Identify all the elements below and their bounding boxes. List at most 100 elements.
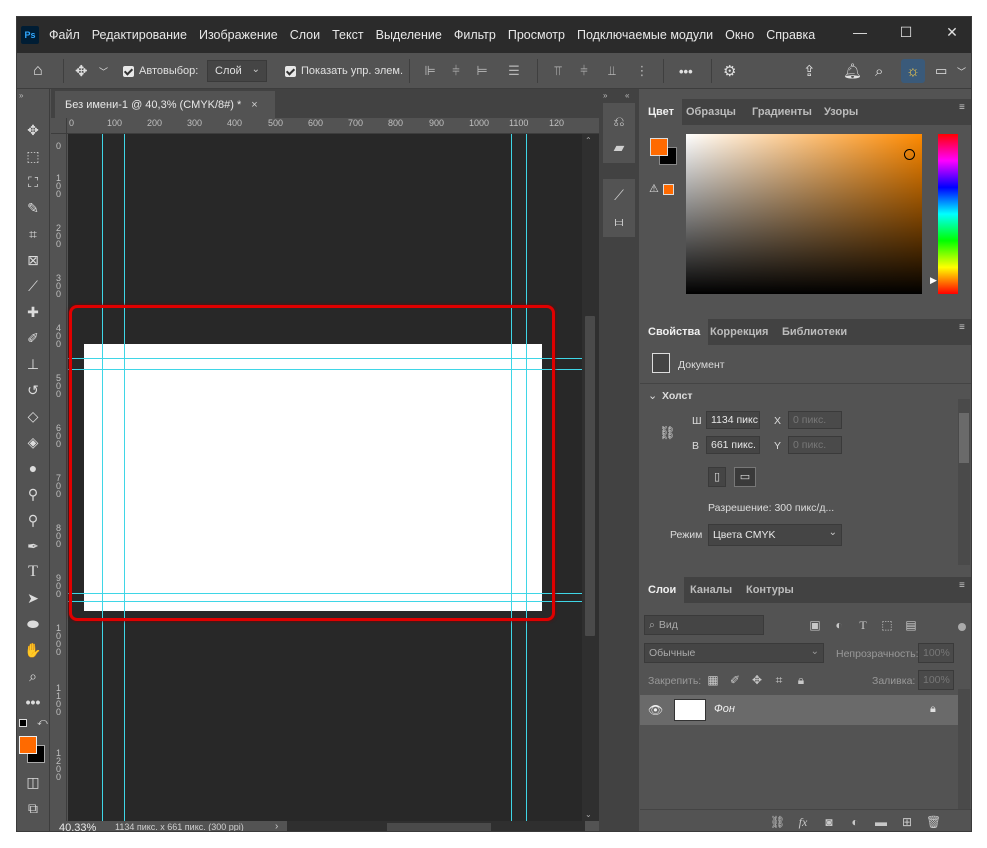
- hand-tool-icon[interactable]: ✋: [21, 639, 45, 661]
- x-input[interactable]: 0 пикс.: [788, 411, 842, 429]
- app-logo-icon[interactable]: Ps: [21, 26, 39, 44]
- maximize-button[interactable]: ☐: [883, 17, 929, 47]
- more-tools-icon[interactable]: •••: [21, 691, 45, 713]
- align-middle-v-icon[interactable]: ⫩: [577, 64, 591, 78]
- color-picker-field[interactable]: [686, 134, 922, 294]
- marquee-tool-icon[interactable]: ⬚: [21, 145, 45, 167]
- history-panel-icon[interactable]: ⎌: [609, 113, 629, 131]
- default-colors-icon[interactable]: [19, 719, 27, 727]
- tab-color[interactable]: Цвет: [640, 99, 683, 125]
- scroll-up-icon[interactable]: ⌃: [585, 136, 592, 145]
- scrollbar-thumb[interactable]: [387, 823, 491, 831]
- scrollbar-thumb[interactable]: [585, 316, 595, 636]
- color-mode-dropdown[interactable]: Цвета CMYK ⌄: [708, 524, 842, 546]
- align-bottom-icon[interactable]: ⫫: [605, 64, 619, 78]
- tab-channels[interactable]: Каналы: [682, 577, 740, 603]
- panel-menu-icon[interactable]: ≡: [959, 103, 969, 116]
- comments-panel-icon[interactable]: ▰: [609, 139, 629, 157]
- hue-slider[interactable]: [938, 134, 958, 294]
- menu-help[interactable]: Справка: [766, 28, 815, 42]
- chevron-down-icon[interactable]: ﹀: [99, 53, 108, 89]
- layer-lock-icon[interactable]: 🔒︎: [930, 703, 936, 716]
- stamp-tool-icon[interactable]: ⊥: [21, 353, 45, 375]
- tab-libraries[interactable]: Библиотеки: [774, 319, 855, 345]
- opacity-input[interactable]: 100%: [918, 643, 954, 663]
- smudge-tool-icon[interactable]: ⚲: [21, 509, 45, 531]
- auto-select-checkbox[interactable]: Автовыбор:: [123, 53, 198, 89]
- lock-artboard-icon[interactable]: ⌗: [772, 673, 786, 687]
- layer-thumbnail[interactable]: [674, 699, 706, 721]
- quick-select-tool-icon[interactable]: ✎: [21, 197, 45, 219]
- document-info[interactable]: 1134 пикс. x 661 пикс. (300 ppi): [115, 822, 244, 831]
- filter-adjustment-icon[interactable]: ◐: [832, 618, 846, 632]
- horizontal-ruler[interactable]: 0 100 200 300 400 500 600 700 800 900 10…: [51, 118, 599, 134]
- tab-gradients[interactable]: Градиенты: [744, 99, 820, 125]
- fx-icon[interactable]: fx: [796, 815, 810, 829]
- zoom-tool-icon[interactable]: ⌕: [21, 665, 45, 687]
- eyedropper-tool-icon[interactable]: ⟋: [21, 275, 45, 297]
- chevron-down-icon[interactable]: ﹀: [957, 53, 966, 89]
- brush-tool-icon[interactable]: ✐: [21, 327, 45, 349]
- tab-paths[interactable]: Контуры: [738, 577, 802, 603]
- show-controls-checkbox[interactable]: Показать упр. элем.: [285, 53, 403, 89]
- menu-edit[interactable]: Редактирование: [92, 28, 187, 42]
- workspace-icon[interactable]: ▭: [935, 53, 947, 89]
- foreground-color-swatch[interactable]: [650, 138, 668, 156]
- hue-slider-handle-icon[interactable]: ▶: [930, 275, 937, 286]
- vertical-ruler[interactable]: 0 1 0 0 2 0 0 3 0 0 4 0 0 5 0 0 6 0 0 7 …: [51, 134, 67, 824]
- distribute-v-icon[interactable]: ☰: [507, 64, 521, 78]
- tab-properties[interactable]: Свойства: [640, 319, 709, 345]
- pen-tool-icon[interactable]: ✒: [21, 535, 45, 557]
- panel-menu-icon[interactable]: ≡: [959, 581, 969, 594]
- close-tab-icon[interactable]: ×: [251, 99, 257, 111]
- menu-layers[interactable]: Слои: [290, 28, 320, 42]
- align-top-icon[interactable]: ⫪: [551, 64, 565, 78]
- healing-brush-tool-icon[interactable]: ✚: [21, 301, 45, 323]
- share-icon[interactable]: ⇪: [803, 53, 816, 89]
- collapse-icon[interactable]: «: [625, 91, 629, 100]
- menu-select[interactable]: Выделение: [376, 28, 442, 42]
- y-input[interactable]: 0 пикс.: [788, 436, 842, 454]
- dodge-tool-icon[interactable]: ⚲: [21, 483, 45, 505]
- adjustments-panel-icon[interactable]: ⧦: [609, 213, 629, 231]
- path-select-tool-icon[interactable]: ➤: [21, 587, 45, 609]
- quick-mask-icon[interactable]: ◫: [21, 771, 45, 793]
- gamut-swatch[interactable]: [663, 184, 674, 195]
- canvas-section-title[interactable]: Холст: [662, 390, 693, 402]
- eye-visibility-icon[interactable]: 👁︎: [648, 703, 663, 717]
- lock-all-icon[interactable]: 🔒︎: [794, 673, 808, 687]
- search-icon[interactable]: ⌕: [875, 53, 883, 89]
- expand-icon[interactable]: »: [603, 91, 607, 100]
- move-tool-icon[interactable]: ✥: [21, 119, 45, 141]
- new-layer-icon[interactable]: ⊞: [900, 815, 914, 829]
- new-group-icon[interactable]: ▬: [874, 815, 888, 829]
- collapse-icon[interactable]: »: [19, 91, 23, 100]
- lock-transparency-icon[interactable]: ▦: [706, 673, 720, 687]
- layer-row[interactable]: 👁︎ Фон 🔒︎: [640, 695, 958, 725]
- portrait-orientation-icon[interactable]: ▯: [708, 467, 726, 487]
- blend-mode-dropdown[interactable]: Обычные ⌄: [644, 643, 824, 663]
- home-icon[interactable]: ⌂: [33, 53, 43, 89]
- object-select-tool-icon[interactable]: ⛶: [21, 171, 45, 193]
- menu-text[interactable]: Текст: [332, 28, 363, 42]
- horizontal-scrollbar[interactable]: [287, 821, 585, 831]
- trash-icon[interactable]: 🗑︎: [926, 815, 941, 829]
- tab-layers[interactable]: Слои: [640, 577, 685, 603]
- crop-tool-icon[interactable]: ⌗: [21, 223, 45, 245]
- tab-adjustments[interactable]: Коррекция: [702, 319, 776, 345]
- ellipse-tool-icon[interactable]: ⬬: [21, 613, 45, 635]
- history-brush-tool-icon[interactable]: ↺: [21, 379, 45, 401]
- layer-filter-dropdown[interactable]: ⌕ Вид: [644, 615, 764, 635]
- tab-patterns[interactable]: Узоры: [816, 99, 866, 125]
- filter-pixel-icon[interactable]: ▣: [808, 618, 822, 632]
- new-adjustment-icon[interactable]: ◐: [848, 815, 862, 829]
- menu-plugins[interactable]: Подключаемые модули: [577, 28, 713, 42]
- minimize-button[interactable]: —: [837, 17, 883, 47]
- eraser-tool-icon[interactable]: ◇: [21, 405, 45, 427]
- zoom-level[interactable]: 40,33%: [59, 822, 96, 831]
- chevron-down-icon[interactable]: ⌄: [648, 389, 657, 402]
- auto-select-dropdown[interactable]: Слой ⌄: [207, 60, 267, 82]
- scroll-down-icon[interactable]: ⌄: [585, 810, 592, 819]
- foreground-color-swatch[interactable]: [19, 736, 37, 754]
- close-button[interactable]: ✕: [929, 17, 971, 47]
